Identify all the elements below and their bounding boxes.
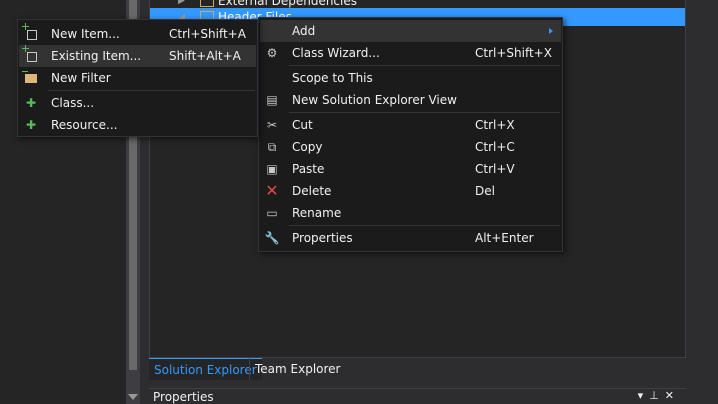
menu-item-class-wizard[interactable]: ⚙ Class Wizard... Ctrl+Shift+X (260, 42, 561, 64)
resource-icon: ✚ (25, 118, 37, 132)
menu-separator (48, 90, 255, 91)
menu-item-shortcut: Ctrl+X (475, 118, 515, 132)
new-item-icon (22, 23, 37, 40)
menu-item-shortcut: Alt+Enter (475, 231, 534, 245)
menu-item-scope-to-this[interactable]: Scope to This (260, 67, 561, 89)
menu-item-label: Copy (292, 140, 323, 154)
context-menu: Add ⚙ Class Wizard... Ctrl+Shift+X Scope… (258, 17, 563, 252)
menu-item-shortcut: Del (475, 184, 495, 198)
properties-title: Properties (153, 390, 214, 404)
submenu-item-new-item[interactable]: New Item... Ctrl+Shift+A (19, 23, 256, 45)
properties-panel-header: Properties ▾⊥✕ (149, 388, 686, 404)
submenu-item-class[interactable]: ✚ Class... (19, 92, 256, 114)
menu-item-label: Delete (292, 184, 332, 198)
menu-item-label: Existing Item... (51, 49, 142, 63)
copy-icon: ⧉ (267, 140, 277, 154)
menu-separator (289, 65, 560, 66)
menu-item-label: Paste (292, 162, 325, 176)
add-submenu: New Item... Ctrl+Shift+A Existing Item..… (17, 19, 258, 137)
menu-item-label: Class Wizard... (292, 46, 380, 60)
new-view-icon: ▤ (266, 93, 278, 107)
explorer-tabs: Solution Explorer Team Explorer (149, 358, 686, 380)
folder-icon (200, 0, 214, 7)
new-filter-icon (22, 71, 37, 83)
menu-item-shortcut: Ctrl+V (475, 162, 515, 176)
close-icon[interactable]: ✕ (665, 389, 680, 402)
menu-item-label: Properties (292, 231, 353, 245)
menu-item-label: Rename (292, 206, 342, 220)
menu-item-shortcut: Ctrl+Shift+X (475, 46, 552, 60)
cut-icon: ✂ (266, 118, 278, 132)
delete-icon: ✕ (265, 181, 279, 200)
menu-item-shortcut: Ctrl+C (475, 140, 515, 154)
wrench-icon: 🔧 (264, 231, 280, 245)
tab-team-explorer[interactable]: Team Explorer (249, 358, 346, 380)
menu-item-label: New Solution Explorer View (292, 93, 457, 107)
class-icon: ✚ (25, 96, 37, 110)
submenu-item-existing-item[interactable]: Existing Item... Shift+Alt+A (19, 45, 256, 67)
menu-item-copy[interactable]: ⧉ Copy Ctrl+C (260, 136, 561, 158)
menu-separator (289, 225, 560, 226)
menu-item-label: Scope to This (292, 71, 373, 85)
rename-icon: ▭ (266, 206, 278, 220)
menu-item-shortcut: Ctrl+Shift+A (169, 27, 246, 41)
menu-item-label: Add (292, 24, 316, 38)
menu-item-new-solution-explorer-view[interactable]: ▤ New Solution Explorer View (260, 89, 561, 111)
menu-item-label: New Filter (51, 71, 111, 85)
panel-controls: ▾⊥✕ (638, 389, 680, 402)
submenu-item-new-filter[interactable]: New Filter (19, 67, 256, 89)
submenu-item-resource[interactable]: ✚ Resource... (19, 114, 256, 136)
menu-item-label: Cut (292, 118, 313, 132)
tab-solution-explorer[interactable]: Solution Explorer (149, 358, 262, 380)
menu-item-properties[interactable]: 🔧 Properties Alt+Enter (260, 227, 561, 249)
menu-item-rename[interactable]: ▭ Rename (260, 202, 561, 224)
menu-item-label: New Item... (51, 27, 120, 41)
scroll-down-arrow-icon[interactable] (128, 394, 138, 400)
menu-item-delete[interactable]: ✕ Delete Del (260, 180, 561, 202)
pin-icon[interactable]: ⊥ (649, 389, 665, 402)
menu-item-label: Resource... (51, 118, 118, 132)
menu-item-shortcut: Shift+Alt+A (169, 49, 241, 63)
paste-icon: ▣ (266, 162, 278, 176)
submenu-arrow-icon (549, 28, 553, 34)
menu-item-add[interactable]: Add (260, 20, 561, 42)
menu-separator (289, 112, 560, 113)
menu-item-paste[interactable]: ▣ Paste Ctrl+V (260, 158, 561, 180)
existing-item-icon (22, 45, 37, 62)
class-wizard-icon: ⚙ (266, 46, 278, 60)
menu-item-label: Class... (51, 96, 95, 110)
dropdown-icon[interactable]: ▾ (638, 389, 650, 402)
menu-item-cut[interactable]: ✂ Cut Ctrl+X (260, 114, 561, 136)
